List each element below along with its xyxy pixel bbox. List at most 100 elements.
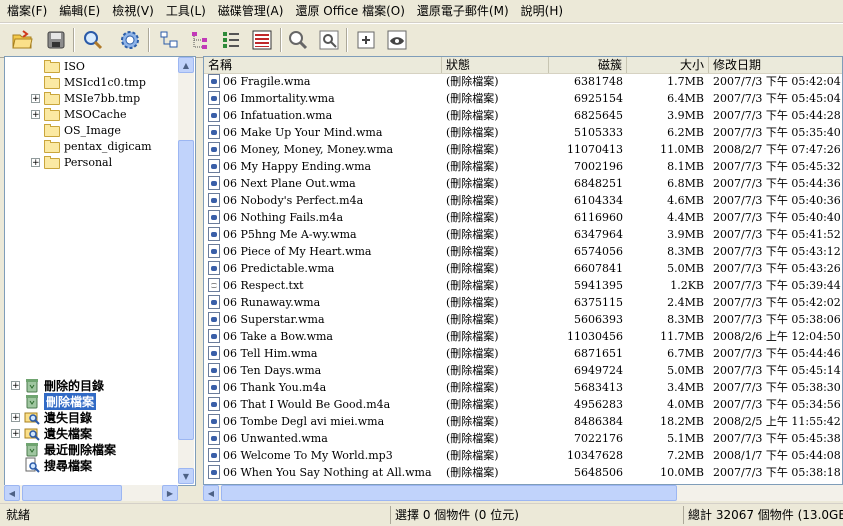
save-icon[interactable] <box>42 27 70 53</box>
menu-item-2[interactable]: 檢視(V) <box>105 2 159 20</box>
tree-item[interactable]: MSIcd1c0.tmp <box>31 74 146 90</box>
tree-item[interactable]: + 遺失檔案 <box>11 425 92 441</box>
scroll-up-button[interactable]: ▲ <box>178 57 194 73</box>
list-row[interactable]: 06 That I Would Be Good.m4a (刪除檔案) 4956283… <box>204 396 842 413</box>
tree-item[interactable]: + Personal <box>31 154 112 170</box>
list-row[interactable]: 06 Nobody's Perfect.m4a (刪除檔案) 6104334 4.6M… <box>204 192 842 209</box>
expand-icon[interactable]: + <box>11 428 20 438</box>
expand-icon[interactable]: + <box>31 109 40 119</box>
file-name: 06 Superstar.wma <box>223 313 325 326</box>
menu-item-1[interactable]: 編輯(E) <box>52 2 105 20</box>
expand-icon[interactable]: + <box>31 157 40 167</box>
file-name: 06 Respect.txt <box>223 279 304 292</box>
list-row[interactable]: 06 Unwanted.wma (刪除檔案) 7022176 5.1MB 2007/7/… <box>204 430 842 447</box>
details-list-icon[interactable] <box>248 27 276 53</box>
file-cluster: 10347628 <box>567 449 623 462</box>
open-folder-icon[interactable] <box>8 27 36 53</box>
list-row[interactable]: 06 Tombe Degl avi miei.wma (刪除檔案) 8486384 1… <box>204 413 842 430</box>
media-file-icon <box>208 142 220 156</box>
search-icon[interactable] <box>79 27 107 53</box>
list-row[interactable]: 06 Fragile.wma (刪除檔案) 6381748 1.7MB 2007/7/3… <box>204 73 842 90</box>
media-file-icon <box>208 431 220 445</box>
file-modified: 2007/7/3 下午 05:39:44 <box>713 279 841 292</box>
list-row[interactable]: 06 Superstar.wma (刪除檔案) 5606393 8.3MB 2007/7… <box>204 311 842 328</box>
list-row[interactable]: 06 Piece of My Heart.wma (刪除檔案) 6574056 8.3… <box>204 243 842 260</box>
list-row[interactable]: 06 P5hng Me A-wy.wma (刪除檔案) 6347964 3.9MB 20… <box>204 226 842 243</box>
preview-eye-icon[interactable] <box>383 27 411 53</box>
expand-icon[interactable]: + <box>31 93 40 103</box>
scroll-right-button[interactable]: ▶ <box>162 485 178 501</box>
tree-item[interactable]: + 遺失目錄 <box>11 409 92 425</box>
list-horizontal-scrollbar[interactable]: ◀ <box>203 485 843 501</box>
list-row[interactable]: 06 When You Say Nothing at All.wma (刪除檔案)… <box>204 464 842 481</box>
media-file-icon <box>208 363 220 377</box>
column-header[interactable]: 修改日期 <box>709 57 842 73</box>
column-header[interactable]: 狀態 <box>442 57 549 73</box>
tree-item[interactable]: + 刪除的目錄 <box>11 377 104 393</box>
menu-item-3[interactable]: 工具(L) <box>159 2 211 20</box>
menu-item-6[interactable]: 還原電子郵件(M) <box>410 2 514 20</box>
tree-vertical-scrollbar[interactable]: ▲ ▼ <box>178 57 194 484</box>
scroll-down-button[interactable]: ▼ <box>178 468 194 484</box>
find-advanced-icon[interactable] <box>315 27 343 53</box>
folder-icon <box>44 91 60 105</box>
list-row[interactable]: 06 Thank You.m4a (刪除檔案) 5683413 3.4MB 2007/7… <box>204 379 842 396</box>
file-status: (刪除檔案) <box>446 126 499 139</box>
file-size: 11.0MB <box>660 143 704 156</box>
tree-item[interactable]: pentax_digicam <box>31 138 152 154</box>
list-row[interactable]: 06 Immortality.wma (刪除檔案) 6925154 6.4MB 2007… <box>204 90 842 107</box>
scroll-left-button[interactable]: ◀ <box>4 485 20 501</box>
tree-item[interactable]: + MSIe7bb.tmp <box>31 90 140 106</box>
list-row[interactable]: 06 Next Plane Out.wma (刪除檔案) 6848251 6.8MB 2… <box>204 175 842 192</box>
add-item-icon[interactable] <box>352 27 380 53</box>
file-status: (刪除檔案) <box>446 466 499 479</box>
tree-item[interactable]: OS_Image <box>31 122 121 138</box>
scroll-thumb[interactable] <box>22 485 122 501</box>
file-size: 6.4MB <box>667 92 704 105</box>
menu-item-0[interactable]: 檔案(F) <box>0 2 52 20</box>
scroll-left-button[interactable]: ◀ <box>203 485 219 501</box>
menu-item-5[interactable]: 還原 Office 檔案(O) <box>288 2 409 20</box>
find-icon[interactable] <box>284 27 312 53</box>
settings-gear-icon[interactable] <box>116 27 144 53</box>
menu-item-4[interactable]: 磁碟管理(A) <box>211 2 289 20</box>
tree-item[interactable]: 刪除檔案 <box>11 392 97 410</box>
list-row[interactable]: 06 Predictable.wma (刪除檔案) 6607841 5.0MB 2007… <box>204 260 842 277</box>
expand-icon[interactable]: + <box>11 380 20 390</box>
tree-item[interactable]: 搜尋檔案 <box>11 457 92 473</box>
list-row[interactable]: 06 Take a Bow.wma (刪除檔案) 11030456 11.7MB 200… <box>204 328 842 345</box>
list-row[interactable]: 06 Tell Him.wma (刪除檔案) 6871651 6.7MB 2007/7/… <box>204 345 842 362</box>
list-row[interactable]: 06 Infatuation.wma (刪除檔案) 6825645 3.9MB 2007… <box>204 107 842 124</box>
tree-horizontal-scrollbar[interactable]: ◀ ▶ <box>4 485 178 501</box>
tree-item[interactable]: 最近刪除檔案 <box>11 441 116 457</box>
list-row[interactable]: 06 Welcome To My World.mp3 (刪除檔案) 10347628… <box>204 447 842 464</box>
list-row[interactable]: 06 Make Up Your Mind.wma (刪除檔案) 5105333 6.2… <box>204 124 842 141</box>
column-header[interactable]: 磁簇 <box>549 57 627 73</box>
file-status: (刪除檔案) <box>446 398 499 411</box>
media-file-icon <box>208 210 220 224</box>
list-row[interactable]: 06 Money, Money, Money.wma (刪除檔案) 11070413… <box>204 141 842 158</box>
file-modified: 2007/7/3 下午 05:45:14 <box>713 364 841 377</box>
tree-item-label: 刪除檔案 <box>44 392 97 410</box>
thumbnail-list-icon[interactable] <box>217 27 245 53</box>
tree-expand-icon[interactable] <box>186 27 214 53</box>
list-row[interactable]: 06 Respect.txt (刪除檔案) 5941395 1.2KB 2007/7/3… <box>204 277 842 294</box>
expand-icon[interactable]: + <box>11 412 20 422</box>
tree-item[interactable]: + MSOCache <box>31 106 127 122</box>
menu-item-7[interactable]: 說明(H) <box>514 2 568 20</box>
list-row[interactable]: 06 Runaway.wma (刪除檔案) 6375115 2.4MB 2007/7/3… <box>204 294 842 311</box>
list-row[interactable]: 06 Nothing Fails.m4a (刪除檔案) 6116960 4.4MB 20… <box>204 209 842 226</box>
tree-view-icon[interactable] <box>155 27 183 53</box>
tree-item[interactable]: ISO <box>31 58 85 74</box>
file-size: 6.8MB <box>667 177 704 190</box>
column-header[interactable]: 名稱 <box>204 57 442 73</box>
list-row[interactable]: 06 Ten Days.wma (刪除檔案) 6949724 5.0MB 2007/7/… <box>204 362 842 379</box>
file-modified: 2007/7/3 下午 05:38:18 <box>713 466 841 479</box>
file-modified: 2007/7/3 下午 05:40:36 <box>713 194 841 207</box>
scroll-thumb[interactable] <box>178 140 194 440</box>
column-header[interactable]: 大小 <box>627 57 709 73</box>
scroll-thumb[interactable] <box>221 485 677 501</box>
list-row[interactable]: 06 My Happy Ending.wma (刪除檔案) 7002196 8.1MB… <box>204 158 842 175</box>
file-status: (刪除檔案) <box>446 449 499 462</box>
